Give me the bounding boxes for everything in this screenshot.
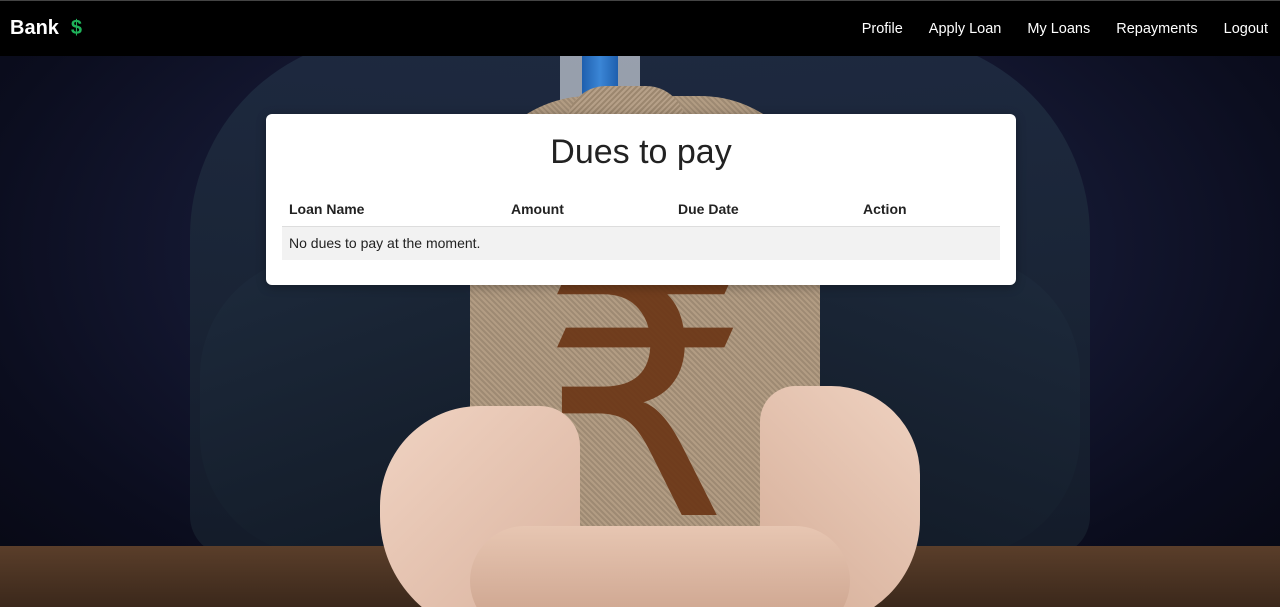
dues-card: Dues to pay Loan Name Amount Due Date Ac… <box>266 114 1016 285</box>
brand-name: Bank <box>10 17 59 39</box>
nav-link-apply-loan[interactable]: Apply Loan <box>929 21 1002 37</box>
column-header-action: Action <box>856 192 1000 227</box>
brand[interactable]: Bank $ <box>10 17 82 40</box>
dollar-icon: $ <box>70 17 83 39</box>
nav-link-repayments[interactable]: Repayments <box>1116 21 1197 37</box>
column-header-amount: Amount <box>504 192 671 227</box>
nav-links: Profile Apply Loan My Loans Repayments L… <box>836 21 1268 37</box>
palm-shape <box>470 526 850 607</box>
table-row: No dues to pay at the moment. <box>282 226 1000 260</box>
nav-link-logout[interactable]: Logout <box>1224 21 1268 37</box>
nav-link-my-loans[interactable]: My Loans <box>1027 21 1090 37</box>
nav-link-profile[interactable]: Profile <box>862 21 903 37</box>
empty-message: No dues to pay at the moment. <box>289 235 481 252</box>
dues-table: Loan Name Amount Due Date Action No dues… <box>282 192 1000 260</box>
column-header-due-date: Due Date <box>671 192 856 227</box>
page-title: Dues to pay <box>550 133 732 171</box>
top-navbar: Bank $ Profile Apply Loan My Loans Repay… <box>0 0 1280 56</box>
column-header-loan-name: Loan Name <box>282 192 504 227</box>
table-header-row: Loan Name Amount Due Date Action <box>282 192 1000 227</box>
